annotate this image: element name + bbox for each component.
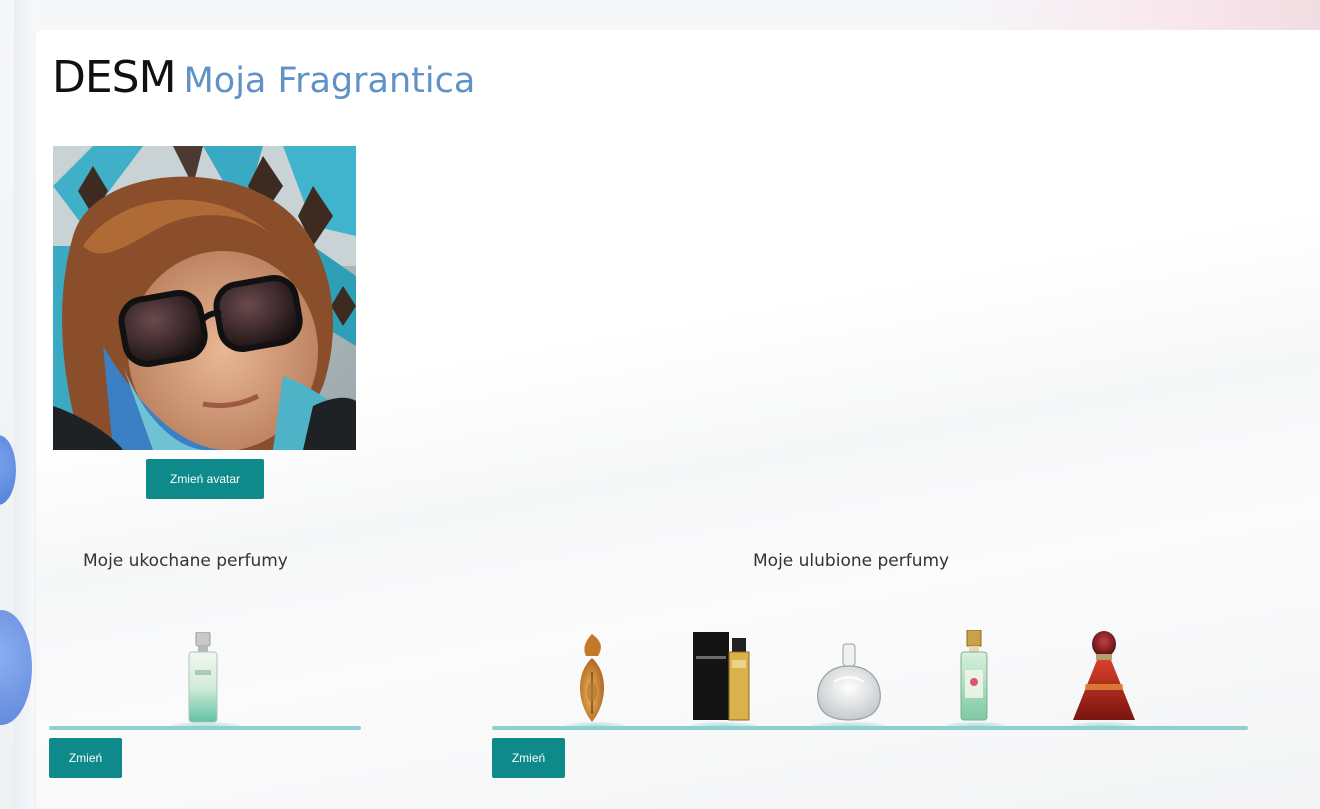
perfume-bottle-red-icon[interactable] xyxy=(1071,630,1137,722)
perfume-bottle-amber-icon[interactable] xyxy=(574,632,610,724)
change-avatar-button[interactable]: Zmień avatar xyxy=(146,459,264,499)
loved-perfumes-shelf xyxy=(49,726,361,730)
loved-perfumes-title: Moje ukochane perfumy xyxy=(83,551,288,571)
page-title: DESM Moja Fragrantica xyxy=(52,48,475,117)
avatar xyxy=(53,146,356,450)
change-favorite-perfumes-button[interactable]: Zmień xyxy=(492,738,565,778)
username: DESM xyxy=(52,52,177,103)
favorite-perfumes-shelf xyxy=(492,726,1248,730)
perfume-bottle-clear-icon[interactable] xyxy=(814,642,884,722)
perfume-bottle-green-icon[interactable] xyxy=(186,632,220,724)
decorative-glow xyxy=(960,0,1320,30)
change-loved-perfumes-button[interactable]: Zmień xyxy=(49,738,122,778)
avatar-image xyxy=(53,146,356,450)
perfume-bottle-green-tall-icon[interactable] xyxy=(958,630,990,722)
perfume-bottle-boxed-icon[interactable] xyxy=(692,630,754,722)
favorite-perfumes-title: Moje ulubione perfumy xyxy=(753,551,950,571)
page-subtitle: Moja Fragrantica xyxy=(183,61,476,101)
